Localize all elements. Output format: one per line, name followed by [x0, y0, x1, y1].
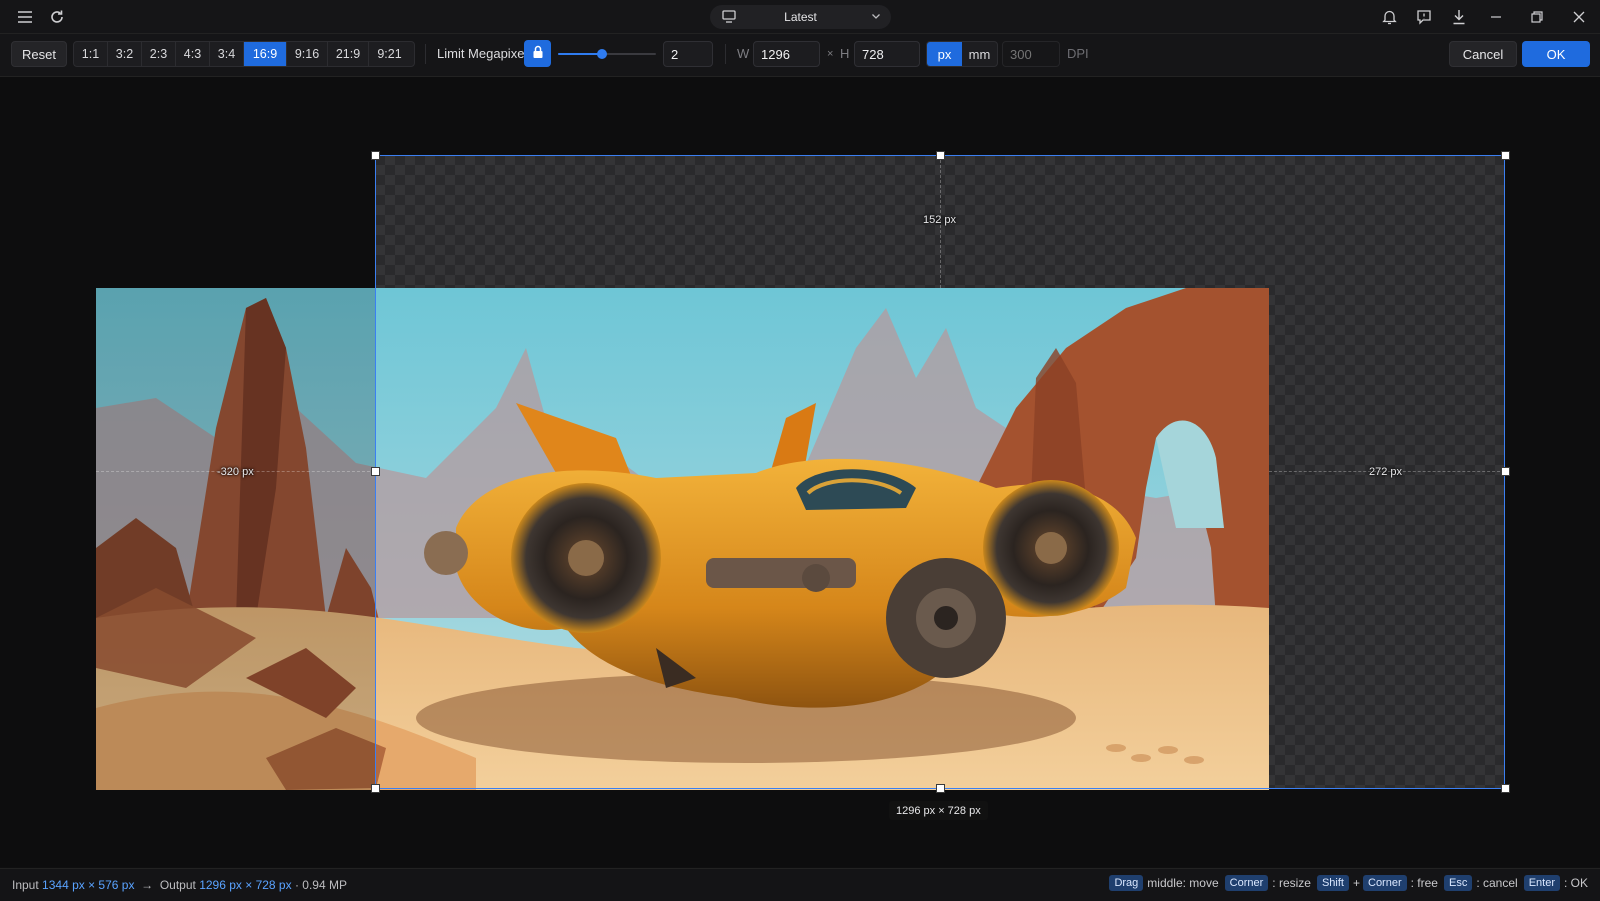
hint-move: middle: move [1147, 876, 1219, 890]
ratio-button-9-21[interactable]: 9:21 [369, 42, 410, 66]
key-drag: Drag [1109, 875, 1144, 891]
chat-icon[interactable] [1414, 7, 1434, 27]
title-bar: Latest [0, 0, 1600, 34]
status-bar: Input 1344 px × 576 px → Output 1296 px … [0, 868, 1600, 901]
ratio-button-21-9[interactable]: 21:9 [328, 42, 369, 66]
crop-handle-top[interactable] [936, 151, 945, 160]
bell-icon[interactable] [1379, 7, 1399, 27]
plus-sign: + [1352, 876, 1360, 890]
megapixel-lock-toggle[interactable] [524, 40, 551, 67]
ratio-button-4-3[interactable]: 4:3 [176, 42, 210, 66]
ratio-button-16-9[interactable]: 16:9 [244, 42, 287, 66]
key-esc: Esc [1443, 875, 1473, 891]
ratio-button-1-1[interactable]: 1:1 [74, 42, 108, 66]
cancel-button[interactable]: Cancel [1449, 41, 1517, 67]
key-shift: Shift [1316, 875, 1349, 891]
limit-megapixel-label: Limit Megapixel [437, 46, 528, 61]
dpi-label: DPI [1067, 46, 1089, 61]
crop-toolbar: Reset 1:1 3:2 2:3 4:3 3:4 16:9 9:16 21:9 9:21 Li… [0, 34, 1600, 77]
menu-icon[interactable] [15, 7, 35, 27]
megapixel-slider-thumb[interactable] [597, 49, 608, 59]
size-summary: Input 1344 px × 576 px → Output 1296 px … [12, 878, 347, 892]
crop-handle-bottom-left[interactable] [371, 784, 380, 793]
hint-resize: : resize [1272, 876, 1311, 890]
aspect-ratio-group: 1:1 3:2 2:3 4:3 3:4 16:9 9:16 21:9 9:21 [73, 41, 415, 67]
input-size: 1344 px × 576 px [42, 878, 135, 892]
times-sign: × [827, 48, 834, 60]
crop-size-tag: 1296 px × 728 px [889, 801, 988, 820]
hint-free: : free [1410, 876, 1438, 890]
hint-ok: : OK [1563, 876, 1588, 890]
width-input[interactable] [753, 41, 820, 67]
arrow-icon: → [141, 878, 154, 892]
key-corner: Corner [1224, 875, 1269, 891]
crop-handle-bottom-right[interactable] [1501, 784, 1510, 793]
divider [725, 44, 726, 64]
hint-cancel: : cancel [1476, 876, 1518, 890]
megapixel-slider[interactable] [558, 49, 656, 59]
download-icon[interactable] [1449, 7, 1469, 27]
ratio-button-3-2[interactable]: 3:2 [108, 42, 142, 66]
left-offset-measure: -320 px [217, 466, 254, 478]
refresh-icon[interactable] [47, 7, 67, 27]
shortcut-hints: Drag middle: move Corner : resize Shift … [1103, 875, 1588, 891]
ratio-button-3-4[interactable]: 3:4 [210, 42, 244, 66]
dpi-input[interactable] [1002, 41, 1060, 67]
crop-canvas[interactable]: 152 px -320 px 272 px 1296 px × 728 px [0, 77, 1600, 867]
key-enter: Enter [1523, 875, 1560, 891]
version-select[interactable]: Latest [710, 5, 891, 29]
unit-px-button[interactable]: px [927, 42, 962, 66]
height-input[interactable] [854, 41, 920, 67]
megapixel-input[interactable] [663, 41, 713, 67]
chevron-down-icon [871, 10, 881, 25]
crop-frame[interactable] [375, 155, 1505, 789]
megapixel-slider-fill [558, 53, 603, 55]
ok-button[interactable]: OK [1522, 41, 1590, 67]
crop-handle-top-right[interactable] [1501, 151, 1510, 160]
version-label: Latest [784, 10, 817, 24]
output-label: Output [159, 878, 196, 892]
unit-toggle: px mm [926, 41, 998, 67]
unit-mm-button[interactable]: mm [962, 42, 997, 66]
restore-icon[interactable] [1527, 7, 1547, 27]
crop-handle-bottom[interactable] [936, 784, 945, 793]
reset-button[interactable]: Reset [11, 41, 67, 67]
width-label: W [737, 46, 750, 61]
output-megapixels: · 0.94 MP [294, 878, 347, 892]
outside-crop-shade [96, 288, 375, 790]
close-icon[interactable] [1569, 7, 1589, 27]
height-label: H [840, 46, 850, 61]
key-corner: Corner [1363, 875, 1407, 891]
right-extension-measure: 272 px [1369, 466, 1403, 478]
divider [425, 44, 426, 64]
crop-handle-top-left[interactable] [371, 151, 380, 160]
lock-icon [532, 45, 544, 62]
minimize-icon[interactable] [1486, 7, 1506, 27]
input-label: Input [12, 878, 39, 892]
output-size: 1296 px × 728 px [199, 878, 292, 892]
ratio-button-2-3[interactable]: 2:3 [142, 42, 176, 66]
ratio-button-9-16[interactable]: 9:16 [287, 42, 328, 66]
crop-handle-left[interactable] [371, 467, 380, 476]
top-extension-measure: 152 px [923, 214, 957, 226]
crop-handle-right[interactable] [1501, 467, 1510, 476]
